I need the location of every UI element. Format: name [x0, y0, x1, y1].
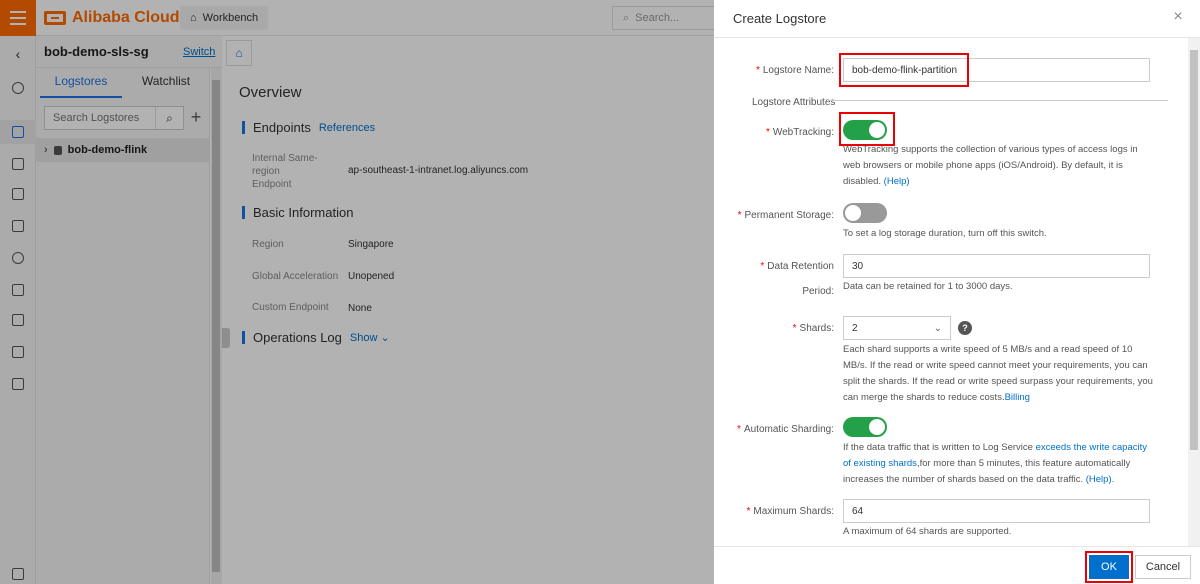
webtracking-label: * WebTracking: [765, 127, 834, 138]
create-logstore-dialog: Create Logstore × *Logstore Name: Logsto… [714, 0, 1200, 584]
shards-help-icon[interactable]: ? [958, 321, 972, 335]
dialog-title: Create Logstore [733, 11, 827, 26]
shards-value: 2 [852, 322, 858, 334]
dialog-divider [714, 37, 1200, 38]
attributes-divider [828, 100, 1168, 101]
max-shards-help: A maximum of 64 shards are supported. [843, 526, 1012, 537]
data-retention-label-line2: Period: [802, 286, 834, 297]
permanent-storage-label: * Permanent Storage: [737, 210, 834, 221]
data-retention-label: * Data Retention [760, 261, 834, 272]
chevron-down-icon: ⌄ [933, 322, 942, 334]
webtracking-help-link[interactable]: (Help) [884, 176, 910, 187]
auto-sharding-toggle[interactable] [843, 417, 887, 437]
logstore-name-label: * Logstore Name: [755, 65, 834, 76]
auto-sharding-help: If the data traffic that is written to L… [843, 442, 1147, 485]
modal-overlay[interactable] [0, 0, 714, 584]
close-icon[interactable]: × [1171, 9, 1185, 25]
ok-button-highlight [1085, 551, 1133, 583]
auto-sharding-label: * Automatic Sharding: [737, 424, 834, 435]
webtracking-help: WebTracking supports the collection of v… [843, 144, 1138, 187]
logstore-name-highlight [839, 53, 969, 87]
data-retention-input[interactable] [843, 254, 1150, 278]
max-shards-input[interactable] [843, 499, 1150, 523]
dialog-scrollbar[interactable] [1188, 38, 1200, 546]
data-retention-help: Data can be retained for 1 to 3000 days. [843, 281, 1013, 292]
permanent-storage-toggle[interactable] [843, 203, 887, 223]
logstore-attributes-label: Logstore Attributes [752, 97, 836, 108]
shards-label: * Shards: [792, 323, 834, 334]
permanent-storage-help: To set a log storage duration, turn off … [843, 228, 1047, 239]
webtracking-highlight [839, 112, 895, 146]
max-shards-label: * Maximum Shards: [746, 506, 834, 517]
billing-link[interactable]: Billing [1005, 392, 1030, 403]
cancel-button[interactable]: Cancel [1135, 555, 1191, 579]
auto-sharding-help-link[interactable]: (Help). [1086, 474, 1115, 485]
shards-help: Each shard supports a write speed of 5 M… [843, 344, 1153, 403]
shards-select[interactable]: 2 ⌄ [843, 316, 951, 340]
